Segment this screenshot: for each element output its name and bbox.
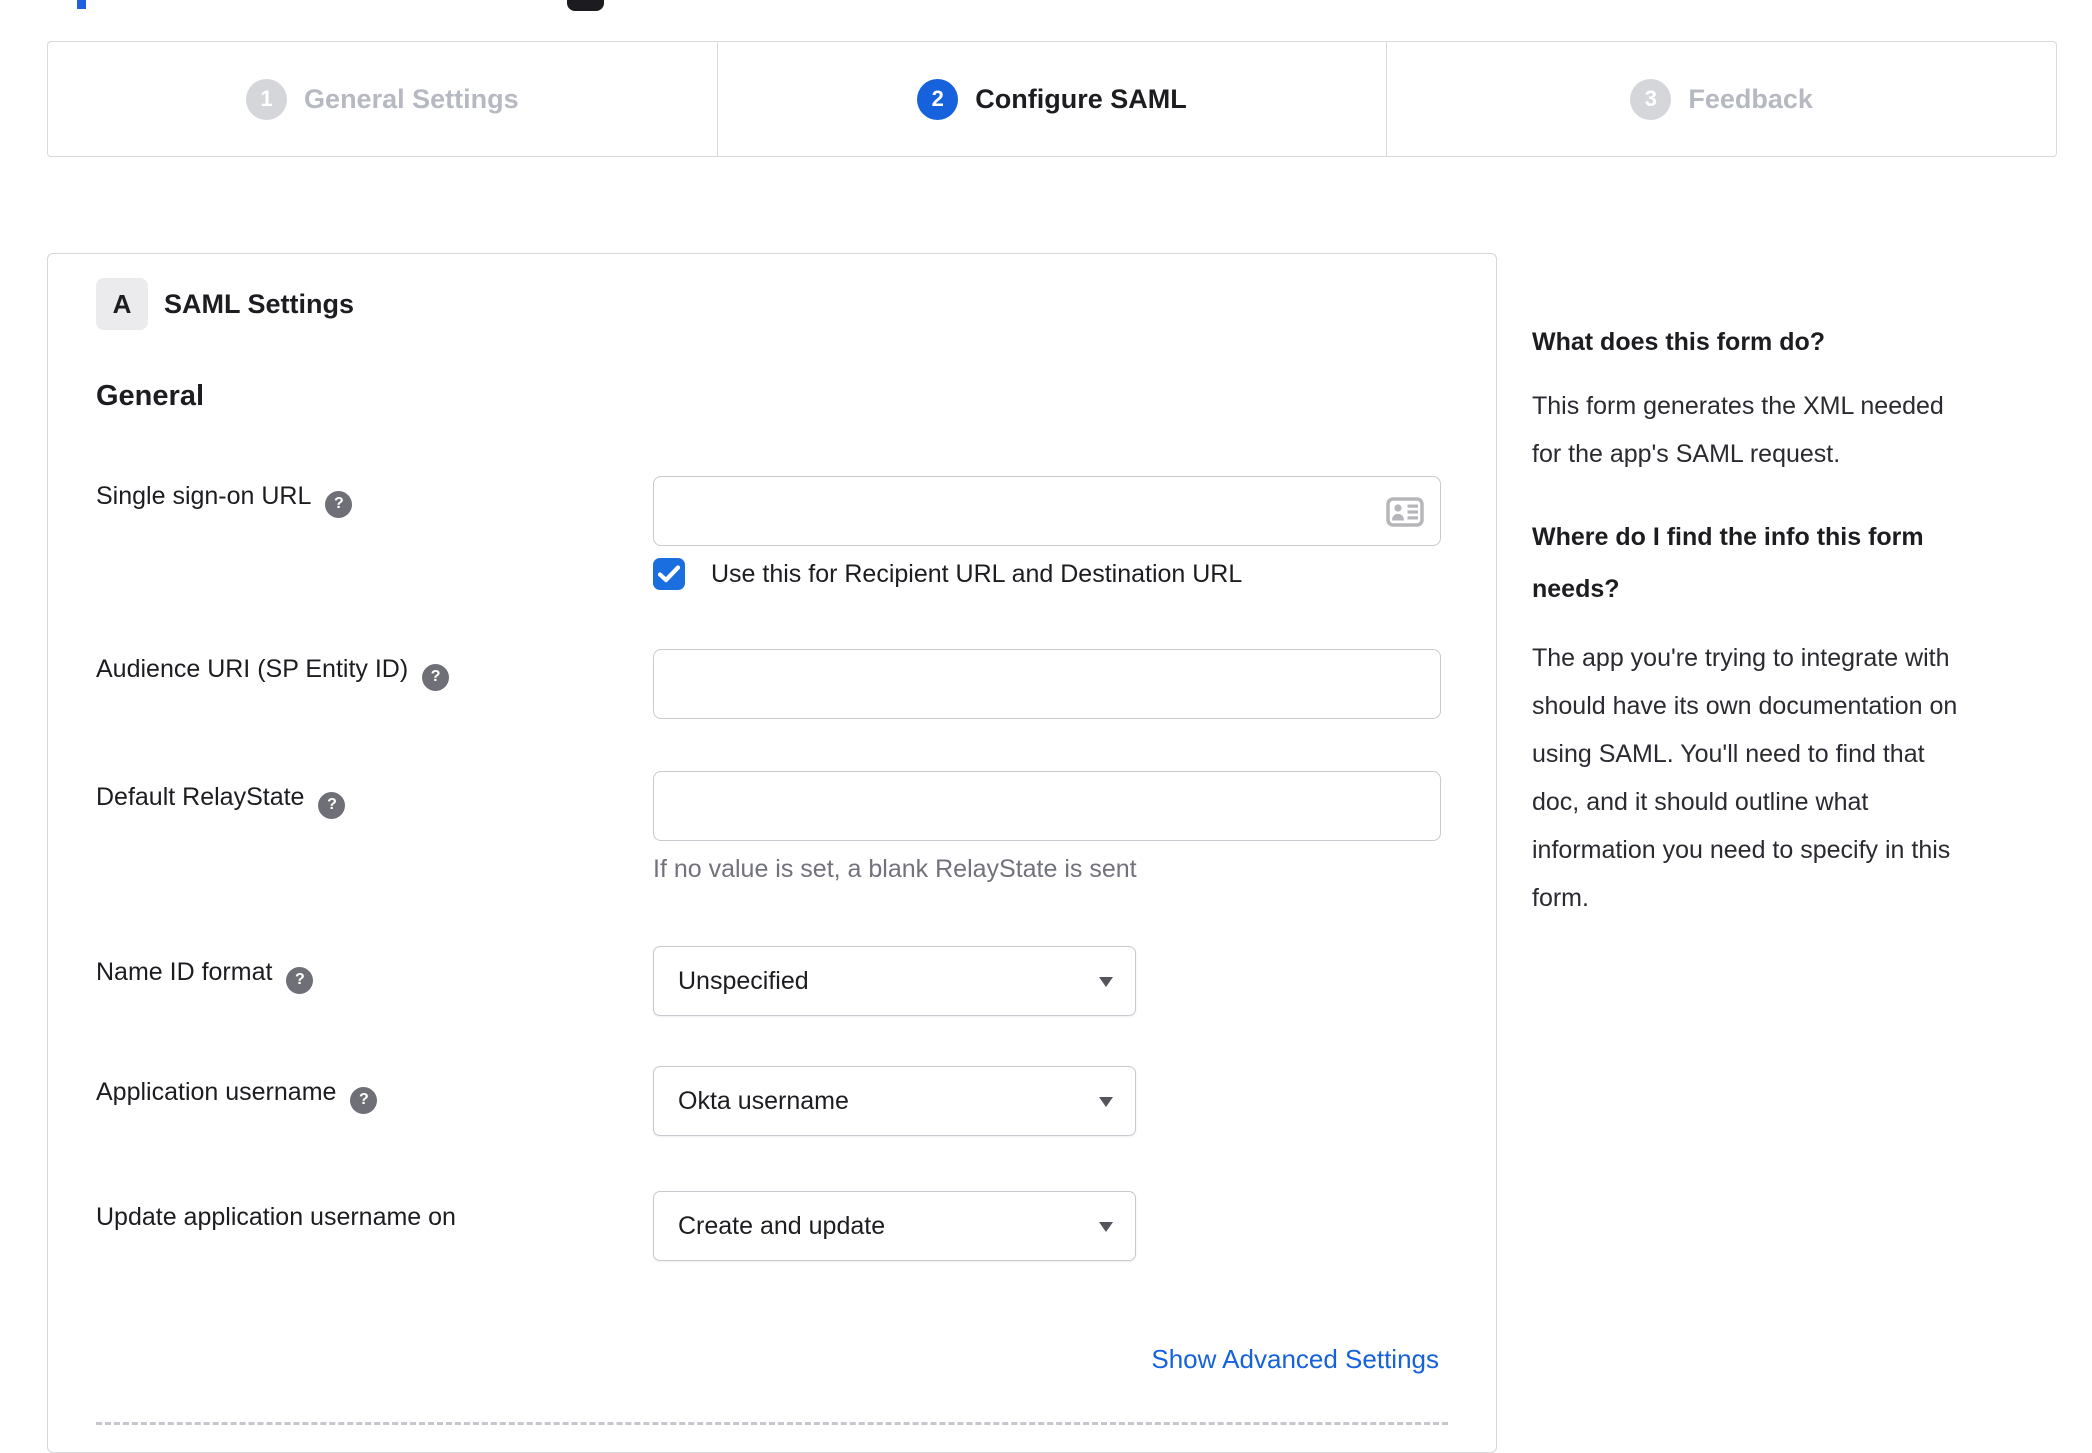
wizard-stepper: 1 General Settings 2 Configure SAML 3 Fe… — [47, 41, 2057, 157]
recipient-url-checkbox-row: Use this for Recipient URL and Destinati… — [96, 558, 1496, 590]
help-icon[interactable]: ? — [422, 663, 450, 691]
chevron-down-icon — [1099, 977, 1113, 987]
step-label: Feedback — [1688, 83, 1813, 114]
update-application-username-select[interactable]: Create and update — [653, 1191, 1136, 1261]
sidebar-heading-where: Where do I find the info this form needs… — [1532, 523, 1924, 603]
field-row-name-id-format: Name ID format? Unspecified — [96, 946, 1496, 1016]
help-icon[interactable]: ? — [325, 490, 353, 518]
chevron-down-icon — [1099, 1097, 1113, 1107]
field-label-text: Application username — [96, 1078, 337, 1106]
audience-uri-label: Audience URI (SP Entity ID)? — [96, 655, 641, 691]
step-number-badge: 1 — [246, 78, 288, 120]
default-relaystate-input[interactable] — [653, 771, 1441, 841]
recipient-url-checkbox[interactable] — [653, 558, 685, 590]
contact-card-icon[interactable] — [1386, 497, 1424, 527]
panel-title: SAML Settings — [164, 289, 355, 319]
sidebar-paragraph-where: The app you're trying to integrate with … — [1532, 644, 1958, 912]
name-id-format-label: Name ID format? — [96, 958, 641, 994]
sidebar-paragraph-what: This form generates the XML needed for t… — [1532, 392, 1944, 468]
select-value: Create and update — [678, 1211, 886, 1240]
saml-settings-panel: A SAML Settings General Single sign-on U… — [47, 253, 1497, 1453]
single-sign-on-url-input[interactable] — [653, 476, 1441, 546]
audience-uri-input[interactable] — [653, 649, 1441, 719]
field-row-application-username: Application username? Okta username — [96, 1066, 1496, 1136]
relaystate-helper-text: If no value is set, a blank RelayState i… — [653, 855, 1137, 883]
name-id-format-select[interactable]: Unspecified — [653, 946, 1136, 1016]
recipient-url-checkbox-label: Use this for Recipient URL and Destinati… — [711, 560, 1243, 588]
step-label: Configure SAML — [975, 83, 1187, 114]
help-icon[interactable]: ? — [350, 1086, 378, 1114]
application-username-label: Application username? — [96, 1078, 641, 1114]
step-general-settings[interactable]: 1 General Settings — [48, 42, 717, 156]
field-label-text: Single sign-on URL — [96, 482, 312, 510]
step-feedback[interactable]: 3 Feedback — [1386, 42, 2056, 156]
application-username-select[interactable]: Okta username — [653, 1066, 1136, 1136]
show-advanced-settings-link[interactable]: Show Advanced Settings — [1151, 1344, 1439, 1375]
single-sign-on-url-label: Single sign-on URL? — [96, 482, 641, 518]
step-number-badge: 3 — [1630, 78, 1672, 120]
default-relaystate-label: Default RelayState? — [96, 783, 641, 819]
field-label-text: Default RelayState — [96, 783, 305, 811]
field-label-text: Name ID format — [96, 958, 273, 986]
general-section-heading: General — [96, 380, 204, 412]
step-label: General Settings — [304, 83, 519, 114]
field-row-update-application-username: Update application username on Create an… — [96, 1191, 1496, 1261]
top-cutoff-blue-fragment — [77, 0, 86, 9]
chevron-down-icon — [1099, 1222, 1113, 1232]
update-application-username-label: Update application username on — [96, 1203, 641, 1232]
help-icon[interactable]: ? — [318, 791, 346, 819]
field-label-text: Audience URI (SP Entity ID) — [96, 655, 409, 683]
select-value: Okta username — [678, 1086, 849, 1115]
step-number-badge: 2 — [917, 78, 959, 120]
section-a-badge: A — [96, 278, 148, 330]
sidebar-heading-what: What does this form do? — [1532, 328, 1826, 356]
select-value: Unspecified — [678, 966, 809, 995]
field-row-single-sign-on-url: Single sign-on URL? — [96, 476, 1496, 546]
field-row-default-relaystate: Default RelayState? If no value is set, … — [96, 771, 1496, 891]
field-row-audience-uri: Audience URI (SP Entity ID)? — [96, 649, 1496, 719]
step-configure-saml[interactable]: 2 Configure SAML — [716, 42, 1387, 156]
help-icon[interactable]: ? — [286, 966, 314, 994]
advanced-settings-divider — [96, 1422, 1448, 1425]
field-label-text: Update application username on — [96, 1203, 456, 1231]
top-cutoff-black-fragment — [567, 0, 604, 11]
